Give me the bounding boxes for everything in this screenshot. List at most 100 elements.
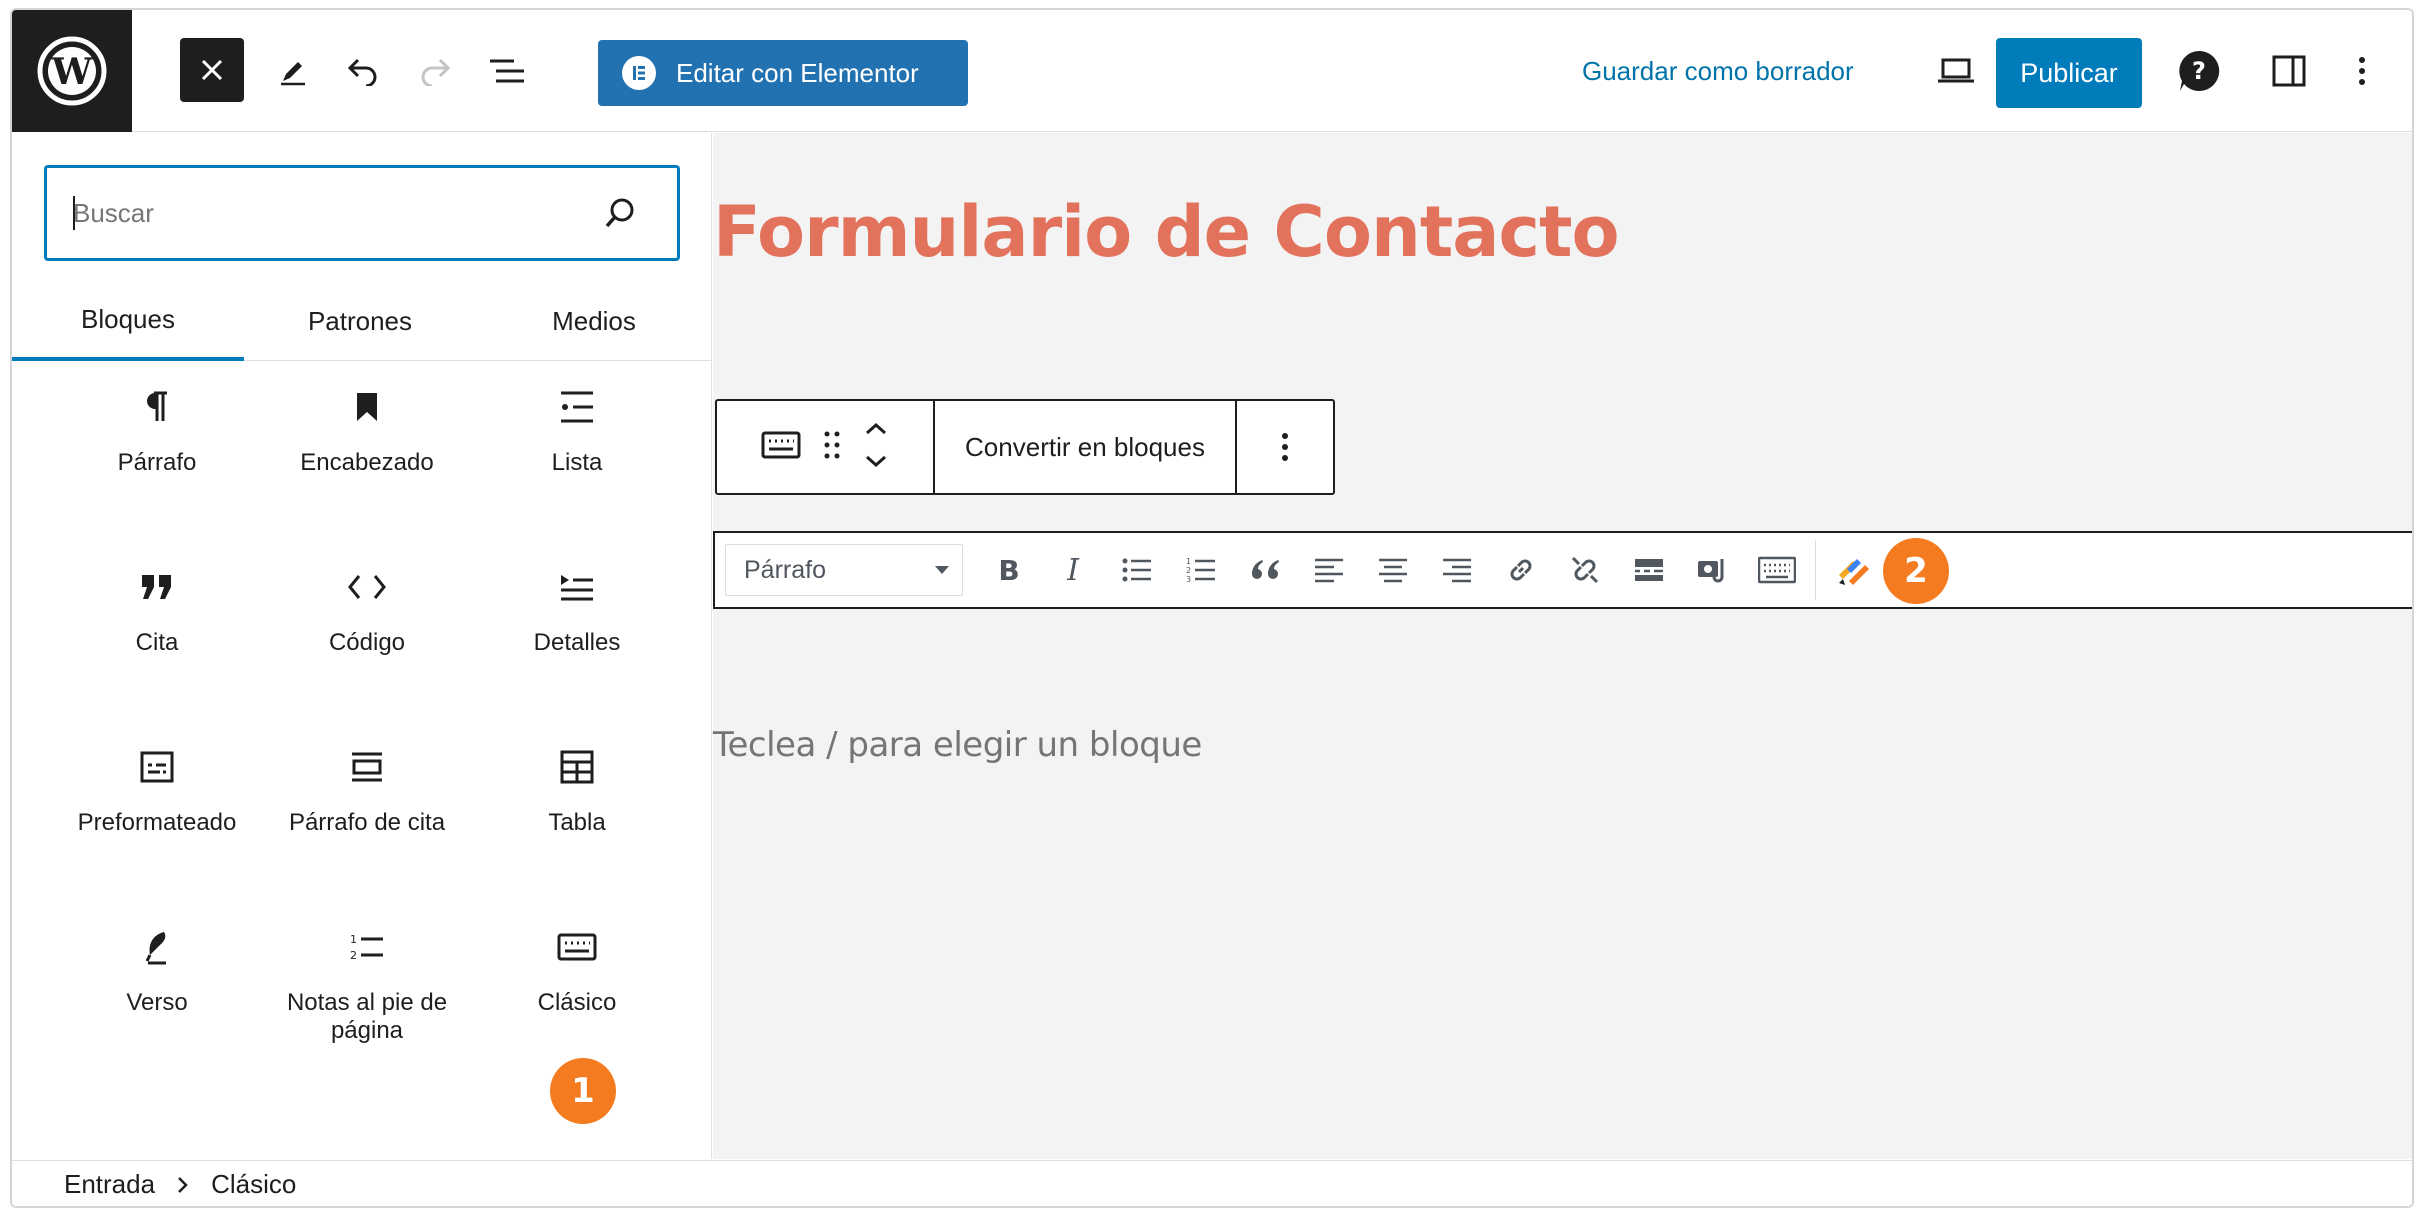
- svg-text:1: 1: [1186, 557, 1191, 566]
- align-left-icon[interactable]: [1297, 540, 1361, 600]
- more-vertical-icon: [2359, 57, 2365, 85]
- move-up-down-icon[interactable]: [863, 419, 889, 476]
- numbered-list-icon[interactable]: 123: [1169, 540, 1233, 600]
- block-item-pullquote[interactable]: Párrafo de cita: [262, 741, 472, 911]
- post-title[interactable]: Formulario de Contacto: [713, 191, 1620, 273]
- help-icon: ?: [2179, 50, 2220, 91]
- block-label: Notas al pie de página: [286, 989, 448, 1044]
- block-label: Lista: [551, 449, 603, 476]
- text-caret: [73, 196, 75, 230]
- paragraph-icon: [135, 385, 179, 429]
- redo-button[interactable]: [410, 46, 460, 96]
- block-label: Detalles: [533, 629, 621, 656]
- block-label: Código: [328, 629, 406, 656]
- publish-button[interactable]: Publicar: [1996, 38, 2142, 108]
- options-button[interactable]: [2342, 46, 2382, 96]
- search-input[interactable]: [73, 168, 593, 258]
- block-options-button[interactable]: [1237, 401, 1333, 493]
- block-item-quote[interactable]: Cita: [52, 561, 262, 731]
- toolbar-toggle-icon[interactable]: [1745, 540, 1809, 600]
- editor-header: W Editar con Elementor Guardar como borr…: [12, 10, 2412, 132]
- step-marker-2: 2: [1883, 538, 1949, 604]
- align-right-icon[interactable]: [1425, 540, 1489, 600]
- search-icon[interactable]: [603, 196, 637, 230]
- tab-media[interactable]: Medios: [476, 281, 712, 361]
- keyboard-icon: [555, 925, 599, 969]
- block-item-code[interactable]: Código: [262, 561, 472, 731]
- breadcrumb-item[interactable]: Entrada: [64, 1169, 155, 1200]
- pencil-icon: [281, 62, 305, 86]
- help-button[interactable]: ?: [2170, 46, 2228, 96]
- editor-canvas[interactable]: Formulario de Contacto Convertir en bloq…: [713, 133, 2412, 1159]
- block-label: Preformateado: [77, 809, 237, 836]
- block-toolbar: Convertir en bloques: [715, 399, 1335, 495]
- classic-editor-toolbar: Párrafo B I 123: [713, 531, 2412, 609]
- feather-icon: [135, 925, 179, 969]
- redo-icon: [421, 58, 451, 86]
- search-field[interactable]: [44, 165, 680, 261]
- block-item-heading[interactable]: Encabezado: [262, 381, 472, 551]
- sidebar-icon: [2272, 55, 2306, 87]
- add-media-icon[interactable]: [1681, 540, 1745, 600]
- svg-text:B: B: [998, 556, 1019, 584]
- convert-to-blocks-button[interactable]: Convertir en bloques: [935, 401, 1237, 493]
- undo-button[interactable]: [338, 46, 388, 96]
- unlink-icon[interactable]: [1553, 540, 1617, 600]
- code-icon: [345, 565, 389, 609]
- read-more-icon[interactable]: [1617, 540, 1681, 600]
- bookmark-icon: [345, 385, 389, 429]
- block-item-paragraph[interactable]: Párrafo: [52, 381, 262, 551]
- svg-text:2: 2: [350, 949, 357, 962]
- editor-window: W Editar con Elementor Guardar como borr…: [10, 8, 2414, 1208]
- breadcrumb: Entrada Clásico: [12, 1160, 2412, 1206]
- step-marker-1: 1: [550, 1058, 616, 1124]
- inserter-tabs: Bloques Patrones Medios: [12, 281, 712, 361]
- breadcrumb-item[interactable]: Clásico: [211, 1169, 296, 1200]
- bullet-list-icon[interactable]: [1105, 540, 1169, 600]
- quote-icon: [135, 565, 179, 609]
- block-item-preformatted[interactable]: Preformateado: [52, 741, 262, 911]
- svg-text:?: ?: [2192, 57, 2206, 85]
- settings-sidebar-button[interactable]: [2264, 46, 2314, 96]
- wordpress-logo-icon[interactable]: W: [12, 10, 132, 132]
- undo-icon: [347, 58, 377, 86]
- list-view-button[interactable]: [482, 46, 532, 96]
- tools-button[interactable]: [268, 46, 318, 96]
- block-label: Cita: [135, 629, 179, 656]
- italic-icon[interactable]: I: [1041, 540, 1105, 600]
- block-item-table[interactable]: Tabla: [472, 741, 682, 911]
- elementor-icon: [622, 56, 656, 90]
- close-inserter-button[interactable]: [180, 38, 244, 102]
- block-label: Párrafo de cita: [288, 809, 446, 836]
- format-select-value: Párrafo: [744, 555, 826, 584]
- block-placeholder[interactable]: Teclea / para elegir un bloque: [713, 725, 1202, 765]
- more-vertical-icon: [1282, 433, 1288, 461]
- drag-handle-icon[interactable]: [823, 430, 841, 465]
- elementor-button-label: Editar con Elementor: [676, 57, 919, 88]
- blockquote-icon[interactable]: [1233, 540, 1297, 600]
- preview-button[interactable]: [1926, 46, 1986, 96]
- format-select[interactable]: Párrafo: [725, 544, 963, 596]
- link-icon[interactable]: [1489, 540, 1553, 600]
- block-item-footnotes[interactable]: 1 2 Notas al pie de página: [262, 921, 472, 1091]
- align-center-icon[interactable]: [1361, 540, 1425, 600]
- tab-blocks[interactable]: Bloques: [12, 281, 244, 361]
- block-label: Verso: [126, 989, 188, 1016]
- bold-icon[interactable]: B: [977, 540, 1041, 600]
- table-icon: [555, 745, 599, 789]
- block-item-details[interactable]: Detalles: [472, 561, 682, 731]
- block-item-list[interactable]: Lista: [472, 381, 682, 551]
- caret-down-icon: [935, 566, 949, 574]
- close-icon: [201, 59, 223, 81]
- tab-patterns[interactable]: Patrones: [244, 281, 476, 361]
- svg-text:1: 1: [350, 933, 357, 946]
- save-draft-button[interactable]: Guardar como borrador: [1582, 46, 1854, 96]
- svg-text:W: W: [51, 51, 93, 93]
- block-label: Tabla: [548, 809, 606, 836]
- keyboard-icon[interactable]: [761, 430, 801, 465]
- plugin-brand-icon[interactable]: [1822, 540, 1886, 600]
- block-item-verse[interactable]: Verso: [52, 921, 262, 1091]
- block-label: Clásico: [537, 989, 617, 1016]
- svg-text:3: 3: [1186, 575, 1191, 584]
- edit-with-elementor-button[interactable]: Editar con Elementor: [598, 40, 968, 106]
